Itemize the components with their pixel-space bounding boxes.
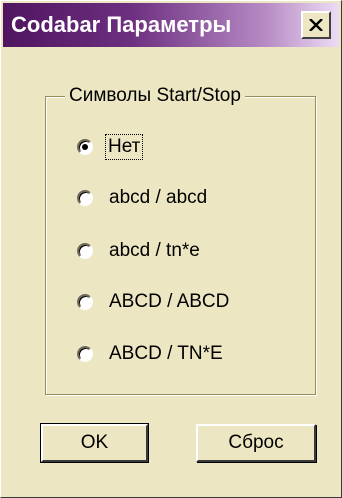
window-title: Codabar Параметры [11,12,232,37]
radio-button-tne-upper[interactable] [77,346,93,362]
close-icon [309,19,323,31]
groupbox-label: Символы Start/Stop [65,85,245,107]
ok-button[interactable]: OK [40,423,149,463]
radio-selected-dot [82,144,88,150]
radio-label-abcd-lower: abcd / abcd [109,187,208,208]
radio-option-none[interactable]: Нет [77,134,144,160]
dialog-window: Codabar Параметры Символы Start/Stop Нет… [0,0,342,498]
radio-option-tne-upper[interactable]: ABCD / TN*E [77,342,223,366]
title-bar[interactable]: Codabar Параметры [3,3,339,47]
close-button[interactable] [301,11,331,39]
radio-button-none[interactable] [77,139,93,155]
reset-button[interactable]: Сброс [196,424,316,462]
radio-label-tne-upper: ABCD / TN*E [109,343,223,364]
radio-option-tne-lower[interactable]: abcd / tn*e [77,239,200,263]
radio-button-tne-lower[interactable] [77,243,93,259]
radio-label-tne-lower: abcd / tn*e [109,240,200,261]
radio-button-abcd-lower[interactable] [77,190,93,206]
radio-option-abcd-upper[interactable]: ABCD / ABCD [77,290,229,314]
radio-label-abcd-upper: ABCD / ABCD [109,291,230,312]
radio-option-abcd-lower[interactable]: abcd / abcd [77,186,207,210]
radio-label-none: Нет [104,134,144,160]
radio-button-abcd-upper[interactable] [77,294,93,310]
